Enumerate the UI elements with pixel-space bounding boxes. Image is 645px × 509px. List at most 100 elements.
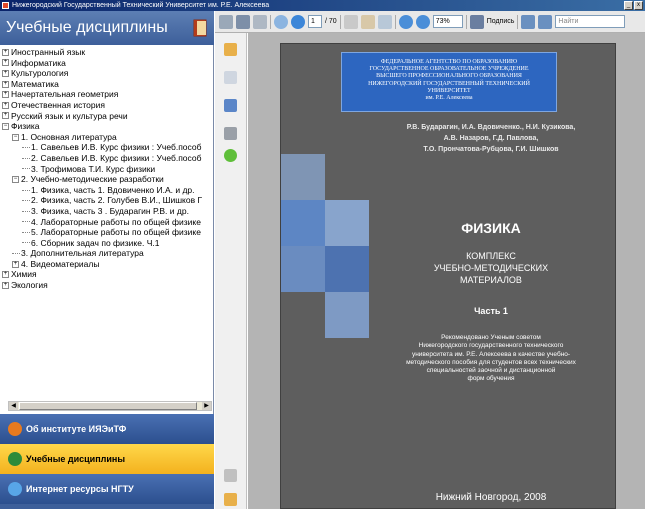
expand-icon[interactable]: +: [2, 271, 9, 279]
document-part: Часть 1: [474, 306, 508, 316]
search-input[interactable]: Найти: [555, 15, 626, 28]
document-area[interactable]: ФЕДЕРАЛЬНОЕ АГЕНТСТВО ПО ОБРАЗОВАНИЮ ГОС…: [248, 33, 645, 509]
tree-item[interactable]: − Физика: [2, 121, 212, 132]
fit-page-icon[interactable]: [521, 14, 536, 29]
tree-connector: [22, 147, 30, 149]
nav-about-institute[interactable]: Об институте ИЯЭиТФ: [0, 414, 214, 444]
close-button[interactable]: x: [634, 1, 643, 10]
collapse-icon[interactable]: −: [2, 122, 9, 130]
scroll-right-icon[interactable]: ▶: [202, 402, 211, 410]
expand-icon[interactable]: +: [2, 69, 9, 77]
agency-line: ГОСУДАРСТВЕННОЕ ОБРАЗОВАТЕЛЬНОЕ УЧРЕЖДЕН…: [369, 66, 529, 73]
scroll-left-icon[interactable]: ◀: [9, 402, 18, 410]
window-title: Нижегородский Государственный Технически…: [12, 2, 270, 9]
bookmarks-icon[interactable]: [224, 99, 237, 112]
subtitle-line: КОМПЛЕКС: [466, 251, 516, 261]
tree-item[interactable]: 2. Физика, часть 2. Голубев В.И., Шишков…: [2, 195, 212, 206]
expand-icon[interactable]: +: [2, 281, 9, 289]
tree-item[interactable]: 3. Дополнительная литература: [2, 248, 212, 259]
tree-item[interactable]: + Культурология: [2, 68, 212, 79]
tree-item-label: 5. Лабораторные работы по общей физике: [31, 227, 201, 238]
tree-item[interactable]: + Информатика: [2, 58, 212, 69]
nav-disciplines-label: Учебные дисциплины: [26, 454, 126, 464]
zoom-select[interactable]: 73%: [432, 15, 463, 28]
select-text-icon[interactable]: [343, 14, 358, 29]
zoom-tool-icon[interactable]: [377, 14, 392, 29]
zoom-in-icon[interactable]: [415, 14, 430, 29]
collapse-icon[interactable]: −: [12, 175, 19, 183]
disciplines-tree[interactable]: + Иностранный язык + Информатика + Культуроло…: [2, 47, 212, 403]
attachment-icon[interactable]: [224, 469, 237, 482]
tree-item[interactable]: 4. Лабораторные работы по общей физике: [2, 217, 212, 228]
expand-icon[interactable]: +: [12, 260, 19, 268]
binoculars-icon[interactable]: [224, 127, 237, 140]
agency-line: ВЫСШЕГО ПРОФЕССИОНАЛЬНОГО ОБРАЗОВАНИЯ: [376, 73, 522, 80]
author-line: Р.В. Бударагин, И.А. Вдовиченко., Н.И. К…: [406, 124, 576, 131]
document-subtitle: КОМПЛЕКС УЧЕБНО-МЕТОДИЧЕСКИХ МАТЕРИАЛОВ: [401, 250, 581, 286]
comments-icon[interactable]: [224, 493, 237, 506]
tree-item[interactable]: + Иностранный язык: [2, 47, 212, 58]
tree-item[interactable]: + Математика: [2, 79, 212, 90]
tree-item-label: Химия: [11, 269, 37, 280]
minimize-button[interactable]: _: [624, 1, 633, 10]
nav-more-button[interactable]: »: [0, 504, 214, 509]
decor-tile: [325, 292, 369, 338]
recommendation: Рекомендовано Ученым советом Нижегородск…: [381, 334, 601, 384]
nav-internet-resources[interactable]: Интернет ресурсы НГТУ: [0, 474, 214, 504]
tree-item-label: Отечественная история: [11, 99, 105, 110]
tree-item[interactable]: 5. Лабораторные работы по общей физике: [2, 227, 212, 238]
tree-connector: [22, 189, 30, 191]
sign-button[interactable]: Подпись: [487, 18, 515, 25]
tree-item[interactable]: + Отечественная история: [2, 100, 212, 111]
save-icon[interactable]: [236, 14, 250, 29]
prev-page-icon[interactable]: [274, 14, 288, 29]
expand-icon[interactable]: +: [2, 112, 9, 120]
globe-icon: [8, 482, 22, 496]
scroll-thumb[interactable]: [19, 402, 197, 410]
expand-icon[interactable]: +: [2, 48, 9, 56]
page-number-input[interactable]: 1: [308, 15, 322, 28]
author-line: А.В. Назаров, Г.Д. Павлова,: [443, 135, 539, 142]
expand-icon[interactable]: +: [2, 101, 9, 109]
page-total: / 70: [325, 18, 337, 25]
tree-item-label: Математика: [11, 78, 59, 89]
zoom-out-icon[interactable]: [398, 14, 413, 29]
tree-item[interactable]: −1. Основная литература: [2, 132, 212, 143]
tree-item-label: 3. Дополнительная литература: [21, 248, 144, 259]
tree-item[interactable]: 3. Физика, часть 3 . Бударагин Р.В. и др…: [2, 206, 212, 217]
tree-item-label: 3. Физика, часть 3 . Бударагин Р.В. и др…: [31, 205, 189, 216]
tree-connector: [22, 242, 30, 244]
expand-icon[interactable]: +: [2, 59, 9, 67]
hand-tool-icon[interactable]: [360, 14, 375, 29]
tree-item[interactable]: + Русский язык и культура речи: [2, 111, 212, 122]
recommendation-line: университета им. Р.Е. Алексеева в качест…: [411, 350, 571, 358]
collapse-icon[interactable]: −: [12, 133, 19, 141]
nav-disciplines[interactable]: Учебные дисциплины: [0, 444, 214, 474]
lock-icon[interactable]: [224, 43, 237, 56]
tree-item[interactable]: 1. Савельев И.В. Курс физики : Учеб.посо…: [2, 142, 212, 153]
toolbar-separator: [465, 14, 467, 29]
tree-item[interactable]: + Начертательная геометрия: [2, 89, 212, 100]
tree-item[interactable]: 3. Трофимова Т.И. Курс физики: [2, 164, 212, 175]
tree-item[interactable]: −2. Учебно-методические разработки: [2, 174, 212, 185]
panel-title: Учебные дисциплины: [6, 19, 168, 36]
tree-item-label: 4. Видеоматериалы: [21, 258, 100, 269]
tree-connector: [12, 253, 20, 255]
expand-icon[interactable]: +: [2, 80, 9, 88]
tree-item-label: Иностранный язык: [11, 47, 86, 57]
horizontal-scrollbar[interactable]: ◀ ▶: [8, 401, 212, 411]
pages-icon[interactable]: [224, 71, 237, 84]
toolbar-separator: [394, 14, 396, 29]
next-page-icon[interactable]: [291, 14, 305, 29]
tree-item[interactable]: 6. Сборник задач по физике. Ч.1: [2, 238, 212, 249]
tree-item[interactable]: 2. Савельев И.В. Курс физики : Учеб.посо…: [2, 153, 212, 164]
tree-item[interactable]: 1. Физика, часть 1. Вдовиченко И.А. и др…: [2, 185, 212, 196]
expand-icon[interactable]: +: [2, 91, 9, 99]
email-icon[interactable]: [253, 14, 267, 29]
print-icon[interactable]: [219, 14, 233, 29]
tree-item[interactable]: + Экология: [2, 280, 212, 291]
help-icon[interactable]: [224, 149, 237, 162]
fit-width-icon[interactable]: [538, 14, 553, 29]
tree-item[interactable]: +4. Видеоматериалы: [2, 259, 212, 270]
tree-item[interactable]: + Химия: [2, 269, 212, 280]
